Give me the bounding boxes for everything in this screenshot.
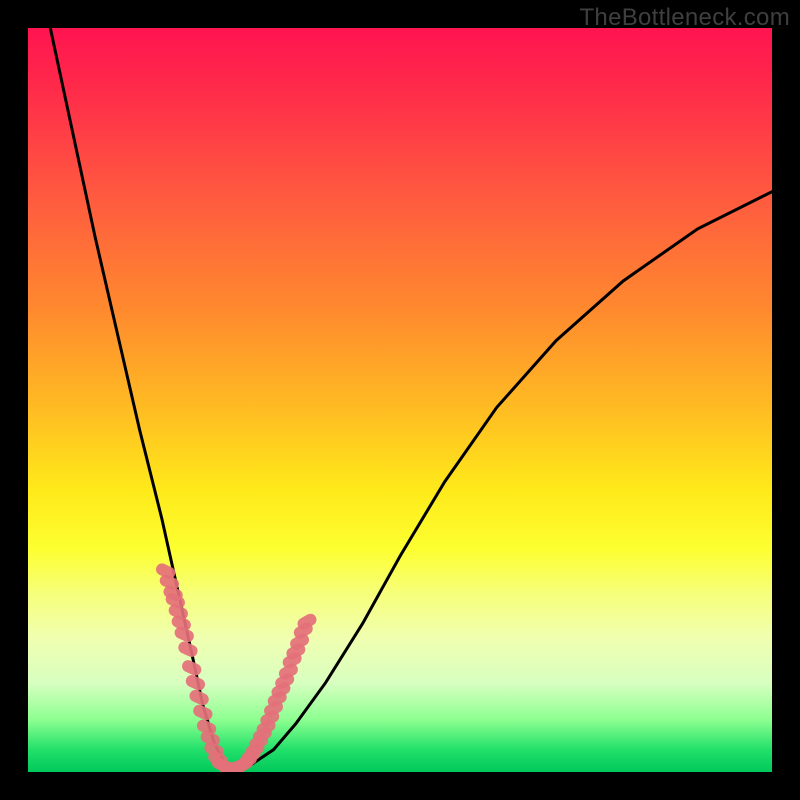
data-marker [236, 751, 259, 771]
data-marker [232, 754, 255, 772]
chart-frame: TheBottleneck.com [0, 0, 800, 800]
chart-svg [28, 28, 772, 772]
data-marker [229, 762, 243, 772]
data-marker [295, 612, 318, 632]
data-marker [288, 632, 311, 652]
watermark-text: TheBottleneck.com [579, 4, 790, 32]
data-marker [195, 718, 218, 737]
markers-group [154, 561, 319, 772]
data-marker [206, 749, 229, 768]
data-marker [180, 658, 203, 677]
data-marker [199, 729, 222, 748]
data-marker [284, 641, 307, 661]
curve-path-group [50, 28, 772, 768]
data-marker [247, 732, 270, 752]
data-marker [184, 673, 207, 692]
data-marker [210, 755, 233, 772]
data-marker [233, 760, 247, 772]
data-marker [243, 739, 266, 759]
data-marker [273, 671, 296, 691]
data-marker [188, 688, 211, 707]
data-marker [164, 591, 187, 610]
data-marker [202, 740, 225, 759]
data-marker [258, 708, 281, 728]
data-marker [222, 762, 236, 772]
data-marker [176, 640, 199, 659]
data-marker [262, 699, 285, 719]
data-marker [280, 650, 303, 670]
data-marker [226, 762, 240, 772]
data-marker [254, 717, 277, 737]
data-marker [191, 703, 214, 722]
data-marker [173, 625, 196, 644]
data-marker [167, 602, 190, 621]
plot-area [28, 28, 772, 772]
data-marker [154, 561, 177, 580]
data-marker [218, 761, 232, 772]
main-curve [50, 28, 772, 768]
data-marker [158, 573, 181, 592]
data-marker [170, 614, 193, 633]
data-marker [266, 689, 289, 709]
data-marker [240, 745, 263, 765]
data-marker [292, 620, 315, 640]
data-marker [269, 680, 292, 700]
data-marker [277, 661, 300, 681]
data-marker [251, 725, 274, 745]
data-marker [161, 584, 184, 603]
